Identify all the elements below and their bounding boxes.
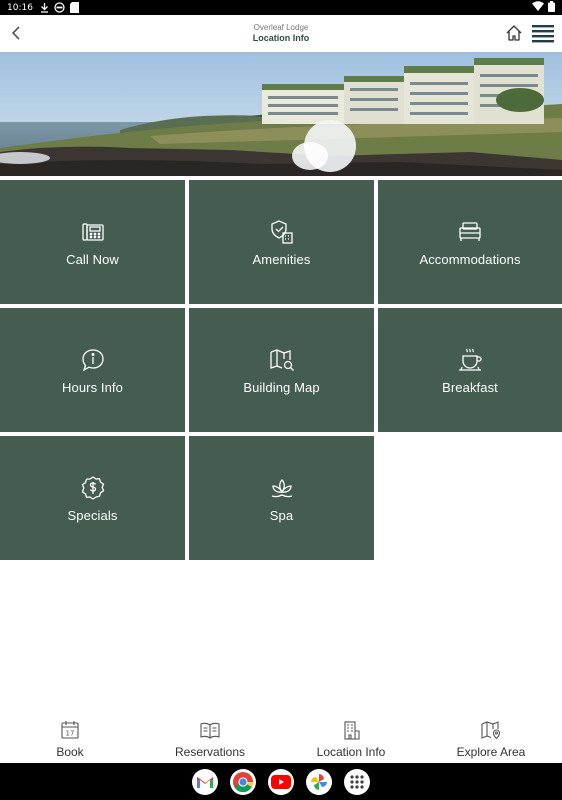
tile-label: Building Map (243, 379, 320, 395)
app-header: Overleaf Lodge Location Info (0, 15, 562, 52)
nav-book[interactable]: 17 Book (0, 715, 140, 763)
tile-label: Specials (67, 507, 118, 523)
nav-explore-area[interactable]: Explore Area (421, 715, 561, 763)
tile-hours-info[interactable]: Hours Info (0, 308, 185, 432)
chrome-icon[interactable] (230, 768, 256, 795)
home-button[interactable] (504, 23, 524, 43)
home-icon (506, 25, 522, 41)
nav-label: Location Info (316, 745, 386, 759)
bed-icon (459, 221, 481, 241)
download-icon (39, 2, 51, 13)
tile-breakfast[interactable]: Breakfast (378, 308, 562, 432)
building-icon (344, 721, 360, 740)
app-drawer-icon[interactable] (344, 768, 370, 795)
calendar-icon: 17 (61, 721, 79, 739)
header-subtitle: Overleaf Lodge (253, 23, 309, 32)
nav-label: Reservations (174, 745, 246, 759)
tile-label: Hours Info (62, 379, 123, 395)
tile-specials[interactable]: Specials (0, 436, 185, 560)
tile-label: Call Now (66, 251, 119, 267)
menu-button[interactable] (532, 23, 554, 43)
tile-label: Accommodations (419, 251, 521, 267)
phone-icon (81, 222, 104, 241)
tile-spa[interactable]: Spa (189, 436, 374, 560)
coffee-icon (459, 348, 482, 371)
photos-icon[interactable] (306, 768, 332, 795)
calendar-day: 17 (66, 730, 75, 738)
battery-icon (548, 0, 555, 15)
info-icon (81, 348, 104, 371)
nav-location-info[interactable]: Location Info (281, 715, 421, 763)
tile-label: Amenities (252, 251, 311, 267)
map-pin-icon (481, 721, 501, 740)
nav-label: Book (56, 745, 84, 759)
nav-label: Explore Area (456, 745, 526, 759)
dollar-badge-icon (81, 475, 104, 500)
book-icon (200, 722, 220, 739)
sd-card-icon (69, 2, 81, 13)
hero-image (0, 52, 562, 176)
status-bar: 10:16 (0, 0, 562, 15)
tile-building-map[interactable]: Building Map (189, 308, 374, 432)
tile-call-now[interactable]: Call Now (0, 180, 185, 304)
page-title: Location Info (252, 33, 310, 43)
system-dock (0, 763, 562, 800)
header-title-block: Overleaf Lodge Location Info (0, 22, 562, 44)
amenities-icon (270, 219, 293, 244)
hamburger-menu-icon (532, 25, 554, 43)
tile-label: Breakfast (442, 379, 498, 395)
tile-amenities[interactable]: Amenities (189, 180, 374, 304)
map-search-icon (269, 348, 294, 371)
youtube-icon[interactable] (268, 768, 294, 795)
gmail-icon[interactable] (192, 768, 218, 795)
nav-reservations[interactable]: Reservations (140, 715, 280, 763)
vpn-icon (54, 2, 66, 13)
wifi-icon (532, 1, 544, 14)
tile-label: Spa (269, 507, 294, 523)
status-time: 10:16 (7, 2, 33, 13)
bottom-navigation: 17 Book Reservations Location Info Explo… (0, 715, 562, 763)
lotus-icon (271, 478, 292, 497)
tile-accommodations[interactable]: Accommodations (378, 180, 562, 304)
